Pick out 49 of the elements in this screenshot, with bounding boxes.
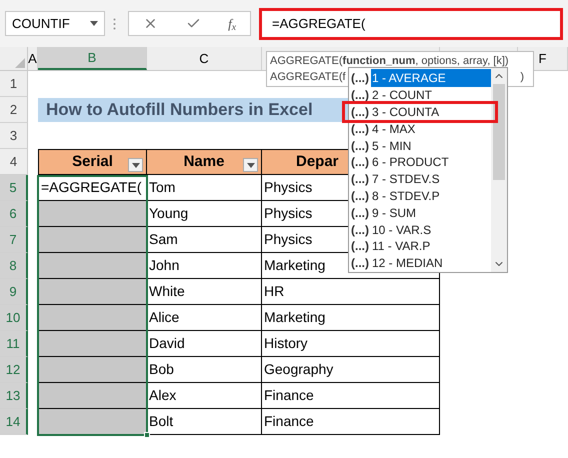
table-cell: Geography <box>262 357 440 383</box>
table-cell: Marketing <box>262 305 440 331</box>
sheet-title: How to Autofill Numbers in Excel <box>46 99 313 122</box>
function-signature: AGGREGATE(f <box>270 70 346 85</box>
caret-down-icon <box>246 162 254 168</box>
function-prefix: (...) <box>350 238 370 256</box>
table-cell: Alice <box>147 305 262 331</box>
function-prefix: (...) <box>350 120 370 138</box>
function-prefix: (...) <box>350 70 370 88</box>
table-header-cell: Name <box>147 149 262 175</box>
drag-handle-icon[interactable] <box>113 18 116 30</box>
scroll-thumb[interactable] <box>493 84 505 180</box>
caret-down-icon <box>132 162 140 168</box>
function-signature: AGGREGATE(function_num, options, array, [k]) <box>270 54 509 69</box>
table-cell: John <box>147 253 262 279</box>
fill-handle[interactable] <box>144 432 150 438</box>
name-box[interactable]: COUNTIF <box>5 11 105 36</box>
table-cell: Finance <box>262 409 440 435</box>
column-header[interactable]: B <box>88 48 96 68</box>
caret-down-icon <box>90 21 98 26</box>
filter-button[interactable] <box>243 158 258 172</box>
function-prefix: (...) <box>350 255 370 272</box>
table-cell: HR <box>262 279 440 305</box>
column-header[interactable]: F <box>538 48 546 68</box>
formula-input[interactable]: =AGGREGATE( <box>259 8 563 40</box>
autocomplete-item[interactable]: (...) 2 - COUNT <box>349 86 491 104</box>
scrollbar[interactable] <box>491 68 507 272</box>
function-prefix: (...) <box>350 87 370 104</box>
table-cell: Bob <box>147 357 262 383</box>
table-cell: David <box>147 331 262 357</box>
table-cell: Tom <box>147 175 262 201</box>
column-header[interactable]: C <box>199 48 209 68</box>
table-cell: Sam <box>147 227 262 253</box>
filter-button[interactable] <box>128 158 143 172</box>
table-cell: History <box>262 331 440 357</box>
function-prefix: (...) <box>350 204 370 222</box>
column-header[interactable]: A <box>28 48 37 68</box>
table-cell: Bolt <box>147 409 262 435</box>
autocomplete-item[interactable]: (...) 4 - MAX <box>349 120 491 138</box>
function-prefix: (...) <box>350 104 370 121</box>
function-signature-end: ) <box>520 70 525 85</box>
table-cell: Alex <box>147 383 262 409</box>
table-cell: White <box>147 279 262 305</box>
autocomplete-item[interactable]: (...) 3 - COUNTA <box>345 104 495 120</box>
table-header-cell: Serial <box>38 149 147 175</box>
insert-function-button[interactable]: f$_{x}$ <box>228 14 236 34</box>
table-cell: Finance <box>262 383 440 409</box>
table-cell: Young <box>147 201 262 227</box>
function-prefix: (...) <box>350 154 370 172</box>
